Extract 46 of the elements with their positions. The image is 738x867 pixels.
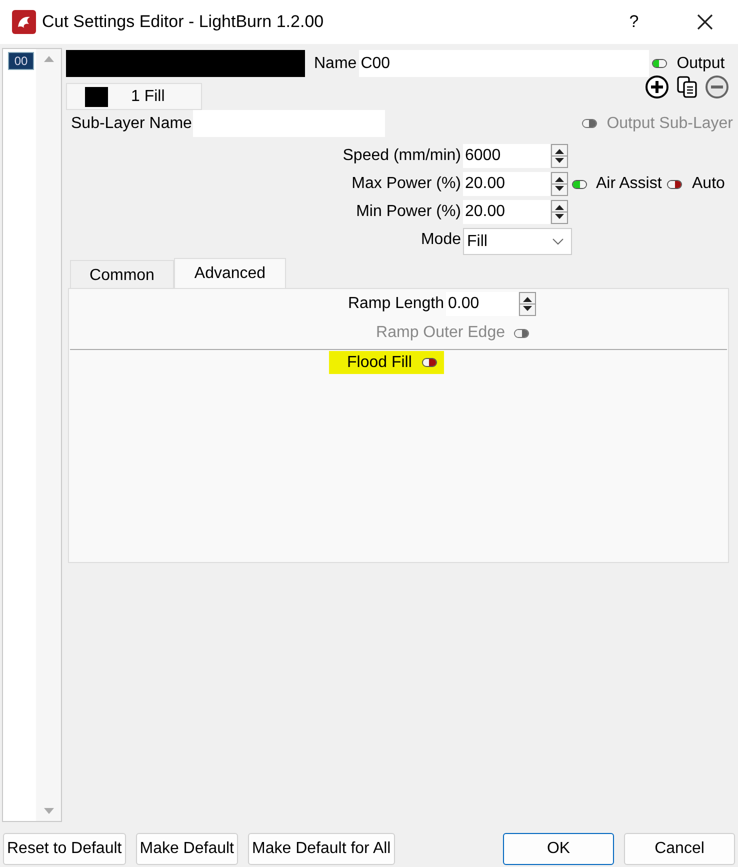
toggle-switch[interactable] [422, 358, 437, 367]
sub-layer-name-label: Sub-Layer Name [71, 114, 192, 134]
number-field[interactable]: 6000 [463, 144, 550, 168]
tab[interactable]: Advanced [174, 258, 286, 288]
dialog-button[interactable]: Reset to Default [3, 833, 126, 865]
toggle-switch[interactable] [572, 180, 587, 188]
remove-icon[interactable] [704, 74, 730, 100]
dialog-button[interactable]: OK [503, 833, 614, 865]
dialog-button[interactable]: Make Default [136, 833, 238, 865]
setting-label: Mode [420, 230, 462, 250]
sublayer-tab[interactable]: 1 Fill [66, 83, 202, 110]
spin-buttons[interactable] [519, 292, 536, 316]
mode-dropdown[interactable]: Fill [463, 228, 572, 255]
output-sub-layer-label: Output Sub-Layer [606, 114, 733, 134]
setting-label: Min Power (%) [355, 202, 462, 222]
spin-buttons[interactable] [551, 144, 568, 168]
number-field[interactable]: 20.00 [463, 172, 550, 196]
chevron-down-icon [552, 238, 564, 246]
setting-label: Speed (mm/min) [342, 146, 462, 166]
name-label: Name [314, 54, 357, 74]
spin-buttons[interactable] [551, 172, 568, 196]
setting-label: Ramp Outer Edge [375, 323, 506, 343]
toggle-switch[interactable] [652, 59, 667, 68]
dialog-button[interactable]: Make Default for All [248, 833, 395, 865]
spin-buttons[interactable] [551, 200, 568, 224]
layer-item[interactable]: 00 [8, 52, 34, 70]
color-swatch [85, 86, 108, 106]
setting-label: Ramp Length [346, 294, 445, 314]
tab[interactable]: Common [70, 260, 174, 288]
number-field[interactable]: 20.00 [463, 200, 550, 224]
sub-layer-name-field[interactable] [192, 110, 385, 137]
setting-label: Max Power (%) [350, 174, 462, 194]
window-title: Cut Settings Editor - LightBurn 1.2.00 [42, 11, 324, 34]
dialog-button[interactable]: Cancel [624, 833, 735, 865]
app-logo-icon [12, 10, 36, 34]
toggle-label: Auto [692, 174, 725, 194]
help-button[interactable]: ? [614, 9, 654, 35]
toggle-label: Air Assist [596, 174, 663, 194]
flood-fill-option[interactable]: Flood Fill [329, 351, 444, 374]
output-label: Output [676, 54, 725, 74]
name-field[interactable]: C00 [358, 50, 649, 77]
toggle-switch[interactable] [667, 180, 682, 188]
number-field[interactable]: 0.00 [446, 292, 518, 316]
add-icon[interactable] [644, 74, 670, 100]
close-icon[interactable] [696, 13, 714, 31]
copy-icon[interactable] [674, 74, 700, 100]
